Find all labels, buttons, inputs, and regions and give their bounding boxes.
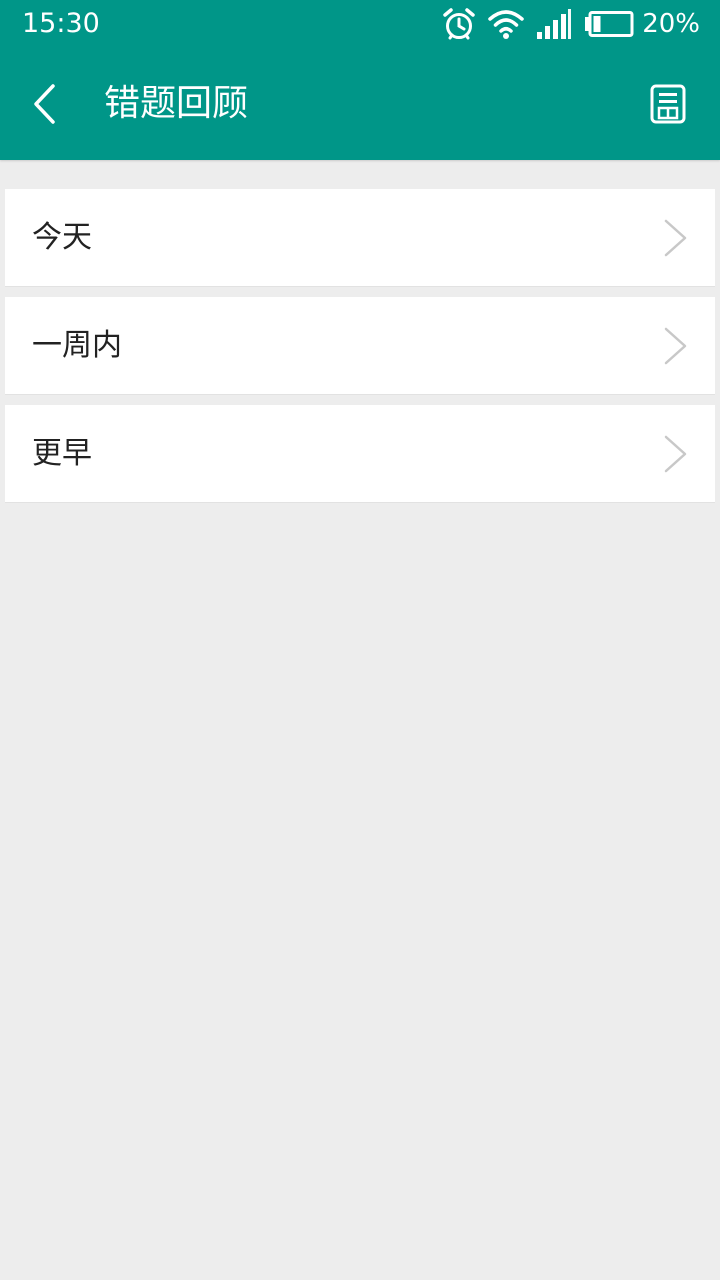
list-item-label: 一周内 [32, 328, 122, 363]
list-item-earlier[interactable]: 更早 [5, 405, 715, 503]
battery-icon [584, 6, 634, 42]
wifi-icon [488, 6, 524, 42]
app-bar: 错题回顾 [0, 50, 720, 160]
save-icon [650, 84, 686, 124]
back-arrow-icon [34, 84, 55, 124]
status-time: 15:30 [22, 8, 100, 39]
chevron-right-icon [664, 327, 687, 365]
back-button[interactable] [18, 78, 70, 130]
page-title: 错题回顾 [104, 83, 249, 124]
list-item-label: 今天 [32, 220, 92, 255]
review-list: 今天 一周内 更早 [5, 189, 715, 513]
top-header: 15:30 20% 错题回顾 [0, 0, 720, 160]
app-screen: 15:30 20% 错题回顾 今天 一周内 更早 [0, 0, 720, 1280]
list-item-week[interactable]: 一周内 [5, 297, 715, 395]
signal-icon [536, 6, 572, 42]
save-button[interactable] [644, 80, 692, 128]
list-item-today[interactable]: 今天 [5, 189, 715, 287]
alarm-icon [442, 6, 476, 42]
chevron-right-icon [664, 219, 687, 257]
chevron-right-icon [664, 435, 687, 473]
status-icons: 20% [430, 6, 700, 42]
battery-percent: 20% [642, 9, 700, 39]
list-item-label: 更早 [32, 436, 92, 471]
status-bar: 15:30 20% [0, 0, 720, 50]
